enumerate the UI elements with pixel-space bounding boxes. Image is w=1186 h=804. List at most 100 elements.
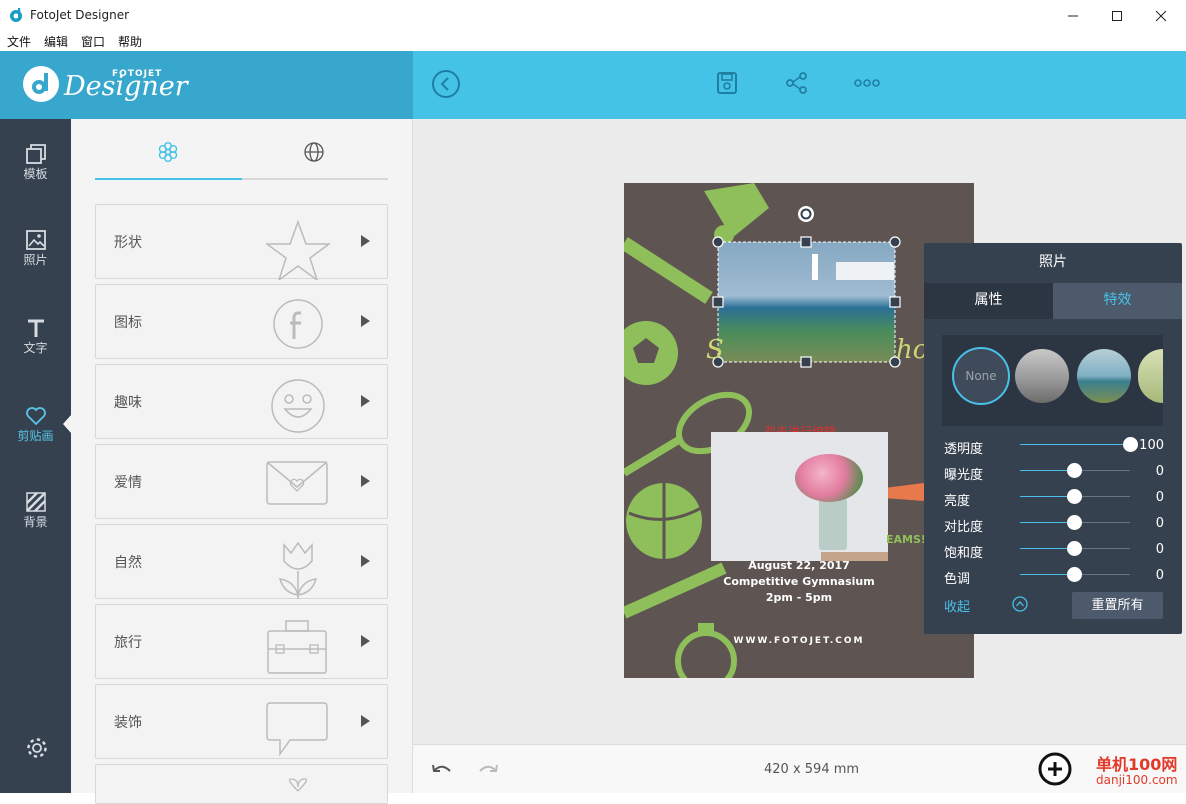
category-fun[interactable]: 趣味	[95, 364, 388, 439]
maximize-button[interactable]	[1094, 0, 1140, 31]
poster-canvas[interactable]: S ho 双击进行编辑 EAMS! August 22, 2017 Compet…	[624, 183, 974, 678]
slider-value: 0	[1155, 464, 1164, 479]
minimize-icon	[1068, 15, 1078, 16]
canvas-size: 420 x 594 mm	[764, 762, 860, 777]
category-icon[interactable]: 图标	[95, 284, 388, 359]
category-love[interactable]: 爱情	[95, 444, 388, 519]
nav-photo[interactable]: 照片	[0, 219, 71, 289]
filter-strip: None	[942, 335, 1163, 426]
selection-frame[interactable]	[710, 205, 905, 373]
menu-edit[interactable]: 编辑	[37, 31, 74, 51]
chevron-right-icon	[361, 555, 370, 567]
slider-knob[interactable]	[1067, 541, 1082, 556]
menu-bar: 文件 编辑 窗口 帮助	[0, 31, 1186, 51]
chevron-right-icon	[361, 395, 370, 407]
close-button[interactable]	[1138, 0, 1184, 31]
back-icon[interactable]	[431, 69, 461, 99]
suitcase-icon	[267, 620, 327, 674]
category-label: 爱情	[114, 475, 142, 491]
nav-clipart[interactable]: 剪贴画	[0, 395, 71, 465]
poster-date: August 22, 2017	[748, 559, 850, 572]
slider-knob[interactable]	[1067, 515, 1082, 530]
reset-all-button[interactable]: 重置所有	[1072, 592, 1163, 619]
category-travel[interactable]: 旅行	[95, 604, 388, 679]
collapse-link[interactable]: 收起	[944, 596, 970, 615]
slider-value: 0	[1155, 516, 1164, 531]
slider-saturation[interactable]: 饱和度 0	[944, 540, 1164, 561]
category-shape[interactable]: 形状	[95, 204, 388, 280]
chevron-right-icon	[361, 475, 370, 487]
slider-hue[interactable]: 色调 0	[944, 566, 1164, 587]
globe-icon[interactable]	[303, 141, 325, 163]
photo-flowers[interactable]	[711, 432, 888, 561]
category-label: 旅行	[114, 635, 142, 651]
filter-warm[interactable]	[1138, 349, 1163, 403]
tab-properties[interactable]: 属性	[924, 283, 1053, 319]
snowflake-icon[interactable]	[157, 141, 179, 163]
category-nature[interactable]: 自然	[95, 524, 388, 599]
more-icon[interactable]	[854, 78, 880, 88]
watermark-text: 单机100网	[1096, 755, 1178, 774]
text-icon	[28, 319, 44, 337]
nav-label: 照片	[23, 253, 48, 267]
logo-area: FOTOJET Designer	[0, 51, 413, 119]
script-text-left: S	[706, 335, 724, 365]
slider-knob[interactable]	[1067, 489, 1082, 504]
category-more[interactable]	[95, 764, 388, 804]
slider-knob[interactable]	[1067, 463, 1082, 478]
active-tab-underline	[95, 178, 242, 180]
minimize-button[interactable]	[1050, 0, 1096, 31]
partial-text: EAMS!	[886, 533, 926, 546]
tab-effects[interactable]: 特效	[1053, 283, 1182, 319]
slider-contrast[interactable]: 对比度 0	[944, 514, 1164, 535]
zoom-in-icon[interactable]	[1037, 751, 1073, 787]
slider-value: 0	[1155, 490, 1164, 505]
nav-label: 剪贴画	[17, 429, 54, 443]
category-label: 形状	[114, 235, 142, 251]
photo-properties-panel: 照片 属性 特效 None 透明度 100 曝光度 0 亮度 0 对比度 0 饱…	[924, 243, 1182, 634]
share-icon[interactable]	[785, 71, 809, 95]
filter-color[interactable]	[1077, 349, 1131, 403]
category-decoration[interactable]: 装饰	[95, 684, 388, 759]
slider-opacity[interactable]: 透明度 100	[944, 436, 1164, 457]
slider-label: 透明度	[944, 442, 984, 457]
undo-icon[interactable]	[431, 761, 453, 779]
redo-icon[interactable]	[477, 761, 499, 779]
clipart-icon	[26, 407, 46, 426]
title-bar: FotoJet Designer	[0, 0, 1186, 31]
chevron-up-icon[interactable]	[1012, 596, 1028, 612]
filter-grayscale[interactable]	[1015, 349, 1069, 403]
tulip-icon	[278, 541, 318, 599]
menu-help[interactable]: 帮助	[111, 31, 148, 51]
photo-icon	[26, 230, 46, 250]
filter-none[interactable]: None	[952, 347, 1010, 405]
maximize-icon	[1112, 10, 1122, 21]
nav-text[interactable]: 文字	[0, 307, 71, 377]
poster-event: Competitive Gymnasium	[723, 575, 875, 588]
nav-background[interactable]: 背景	[0, 483, 71, 553]
category-label: 自然	[114, 555, 142, 571]
poster-time: 2pm - 5pm	[765, 591, 833, 604]
slider-knob[interactable]	[1067, 567, 1082, 582]
active-indicator	[63, 415, 71, 433]
slider-brightness[interactable]: 亮度 0	[944, 488, 1164, 509]
poster-url: WWW.FOTOJET.COM	[733, 636, 865, 646]
nav-label: 模板	[23, 167, 48, 181]
menu-window[interactable]: 窗口	[74, 31, 111, 51]
top-toolbar	[413, 51, 1186, 119]
menu-file[interactable]: 文件	[0, 31, 37, 51]
watermark-url: danji100.com	[1096, 773, 1178, 787]
save-icon[interactable]	[716, 71, 738, 95]
slider-exposure[interactable]: 曝光度 0	[944, 462, 1164, 483]
smiley-icon	[271, 379, 325, 433]
love-letter-icon	[266, 461, 328, 505]
ornament-icon	[288, 778, 308, 792]
left-nav: 模板 照片 文字 剪贴画 背景	[0, 119, 71, 793]
window-title: FotoJet Designer	[30, 8, 130, 22]
nav-template[interactable]: 模板	[0, 133, 71, 203]
slider-label: 色调	[944, 572, 971, 587]
slider-label: 对比度	[944, 520, 984, 535]
panel-title: 照片	[1039, 254, 1067, 270]
slider-knob[interactable]	[1123, 437, 1138, 452]
settings-icon[interactable]	[26, 737, 48, 759]
